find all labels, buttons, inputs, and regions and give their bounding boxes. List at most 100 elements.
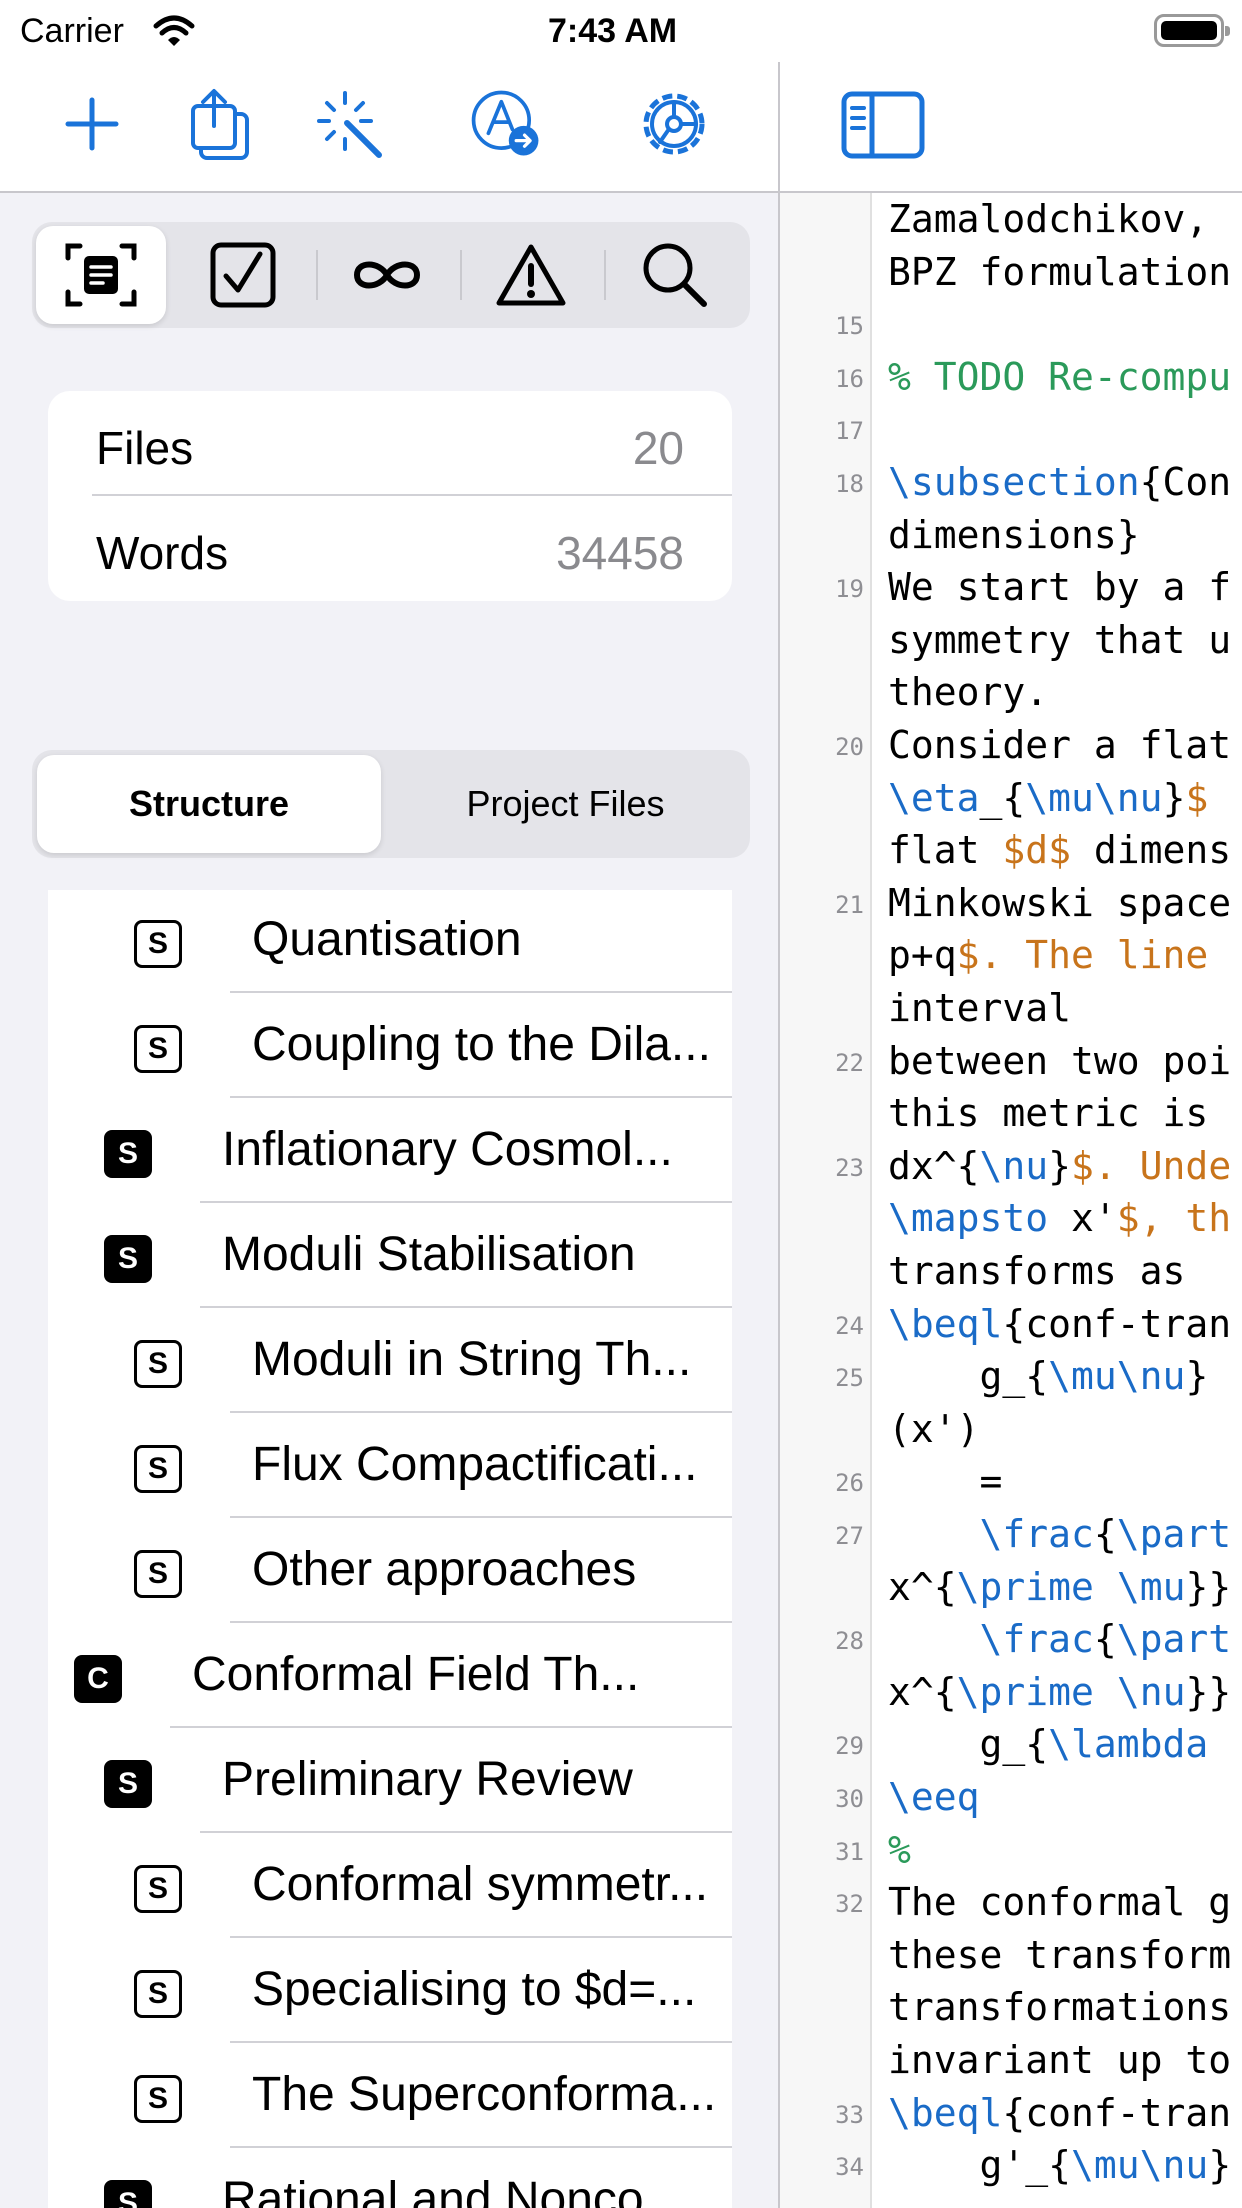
tree-item-label: Specialising to $d=... — [252, 1963, 697, 2016]
share-icon — [191, 89, 249, 160]
line-number: 26 — [835, 1469, 864, 1498]
code-line: theory. — [888, 670, 1049, 715]
settings-button[interactable] — [636, 86, 712, 162]
segment-separator — [604, 250, 606, 300]
tree-item-subsection[interactable]: S Other approaches — [48, 1518, 732, 1623]
line-number: 18 — [835, 470, 864, 498]
line-number: 15 — [835, 312, 864, 341]
infinity-icon — [353, 261, 421, 289]
code-line: We start by a f — [888, 565, 1232, 610]
wifi-icon — [152, 14, 196, 53]
tab-outline[interactable] — [36, 226, 166, 324]
tab-project-files[interactable]: Project Files — [386, 755, 745, 853]
add-button[interactable] — [54, 86, 130, 162]
subsection-badge-icon: S — [134, 1025, 182, 1073]
subsection-badge-icon: S — [134, 1865, 182, 1913]
code-line: g'_{\mu\nu} — [888, 2143, 1232, 2188]
search-icon — [643, 243, 707, 307]
code-line: Consider a flat — [888, 723, 1232, 767]
structure-tree: S Quantisation S Coupling to the Dila... S In… — [48, 890, 732, 2208]
line-number: 21 — [835, 890, 864, 919]
sidebar-toggle-icon — [841, 91, 925, 159]
code-line: x^{\prime \mu}} — [888, 1564, 1232, 1609]
line-number: 30 — [835, 1785, 864, 1813]
tab-warnings[interactable] — [466, 226, 596, 324]
code-line: The conformal g — [888, 1880, 1232, 1925]
subsection-badge-icon: S — [134, 920, 182, 968]
code-line: dimensions} — [888, 512, 1140, 557]
line-number: 34 — [835, 2153, 864, 2182]
section-badge-icon: S — [104, 1130, 152, 1178]
tree-item-label: Moduli in String Th... — [252, 1333, 692, 1386]
tree-item-label: Inflationary Cosmol... — [222, 1123, 673, 1176]
tree-item-label: Quantisation — [252, 913, 522, 966]
code-line: \frac{\part — [979, 1617, 1232, 1662]
sidebar-toolbar — [0, 62, 778, 193]
code-line: (x') — [888, 1406, 980, 1451]
code-line: g_{\lambda — [888, 1722, 1209, 1767]
code-line: transforms as — [888, 1249, 1186, 1293]
code-line: \beql{conf-tran — [888, 2090, 1232, 2135]
code-line: these transform — [888, 1932, 1232, 1977]
code-line: Minkowski space — [888, 880, 1232, 925]
tab-todo[interactable] — [178, 226, 308, 324]
outline-icon — [65, 243, 137, 307]
section-badge-icon: S — [104, 1760, 152, 1808]
code-line: p+q$. The line — [888, 933, 1209, 978]
tree-item-subsection[interactable]: S Moduli in String Th... — [48, 1308, 732, 1413]
share-button[interactable] — [182, 86, 258, 162]
code-line: x^{\prime \nu}} — [888, 1669, 1232, 1714]
tree-item-subsection[interactable]: S The Superconforma... — [48, 2043, 732, 2148]
tree-item-label: Flux Compactificati... — [252, 1438, 698, 1491]
tree-item-subsection[interactable]: S Quantisation — [48, 890, 732, 993]
line-number: 23 — [835, 1153, 864, 1182]
tree-item-section[interactable]: S Moduli Stabilisation — [48, 1203, 732, 1308]
tab-references[interactable] — [322, 226, 452, 324]
project-stats-card: Files 20 Words 34458 — [48, 391, 732, 601]
status-bar: Carrier 7:43 AM — [0, 0, 1242, 62]
warning-icon — [496, 244, 566, 306]
tree-item-label: Rational and Nonco... — [222, 2173, 684, 2208]
line-number: 22 — [835, 1048, 864, 1077]
code-line: Zamalodchikov, — [888, 197, 1209, 241]
line-number: 20 — [835, 733, 864, 761]
line-number-gutter: 15 16 17 18 19 20 21 22 23 24 25 26 27 28 29 30 31 32 33 34 — [780, 193, 872, 2208]
tree-item-subsection[interactable]: S Specialising to $d=... — [48, 1938, 732, 2043]
code-line: between two poi — [888, 1038, 1232, 1083]
segment-separator — [316, 250, 318, 300]
code-line: = — [888, 1459, 1003, 1504]
words-label: Words — [96, 527, 229, 579]
editor-header — [778, 62, 1242, 193]
tab-structure[interactable]: Structure — [37, 755, 381, 853]
line-number: 16 — [835, 364, 864, 393]
tree-item-section[interactable]: S Preliminary Review — [48, 1728, 732, 1833]
code-line: \eeq — [888, 1775, 980, 1819]
tab-search[interactable] — [610, 226, 740, 324]
line-number: 31 — [835, 1837, 864, 1866]
tree-item-label: Conformal Field Th... — [192, 1648, 640, 1701]
typeset-button[interactable] — [468, 86, 544, 162]
code-line: dx^{\nu}$. Unde — [888, 1143, 1232, 1188]
code-line: g_{\mu\nu} — [888, 1354, 1209, 1399]
tree-item-section[interactable]: S Rational and Nonco... — [48, 2148, 732, 2208]
tree-item-chapter[interactable]: C Conformal Field Th... — [48, 1623, 732, 1728]
subsection-badge-icon: S — [134, 1340, 182, 1388]
tree-item-section[interactable]: S Inflationary Cosmol... — [48, 1098, 732, 1203]
tree-item-subsection[interactable]: S Conformal symmetr... — [48, 1833, 732, 1938]
inspector-segmented-control — [32, 222, 750, 328]
sidebar-toggle-button[interactable] — [840, 90, 926, 160]
words-count: 34458 — [556, 527, 684, 579]
settings-gear-icon — [643, 93, 705, 155]
section-badge-icon: S — [104, 1235, 152, 1283]
line-number: 28 — [835, 1627, 864, 1656]
words-stat-row: Words 34458 — [48, 496, 732, 600]
tree-item-label: The Superconforma... — [252, 2068, 717, 2121]
line-number: 24 — [835, 1311, 864, 1340]
tree-item-subsection[interactable]: S Coupling to the Dila... — [48, 993, 732, 1098]
magic-wand-button[interactable] — [312, 86, 388, 162]
segment-separator — [460, 250, 462, 300]
battery-icon — [1154, 14, 1230, 47]
tree-item-subsection[interactable]: S Flux Compactificati... — [48, 1413, 732, 1518]
latex-editor[interactable]: 15 16 17 18 19 20 21 22 23 24 25 26 27 28 29 30 31 32 33 34… — [778, 193, 1242, 2208]
subsection-badge-icon: S — [134, 1550, 182, 1598]
